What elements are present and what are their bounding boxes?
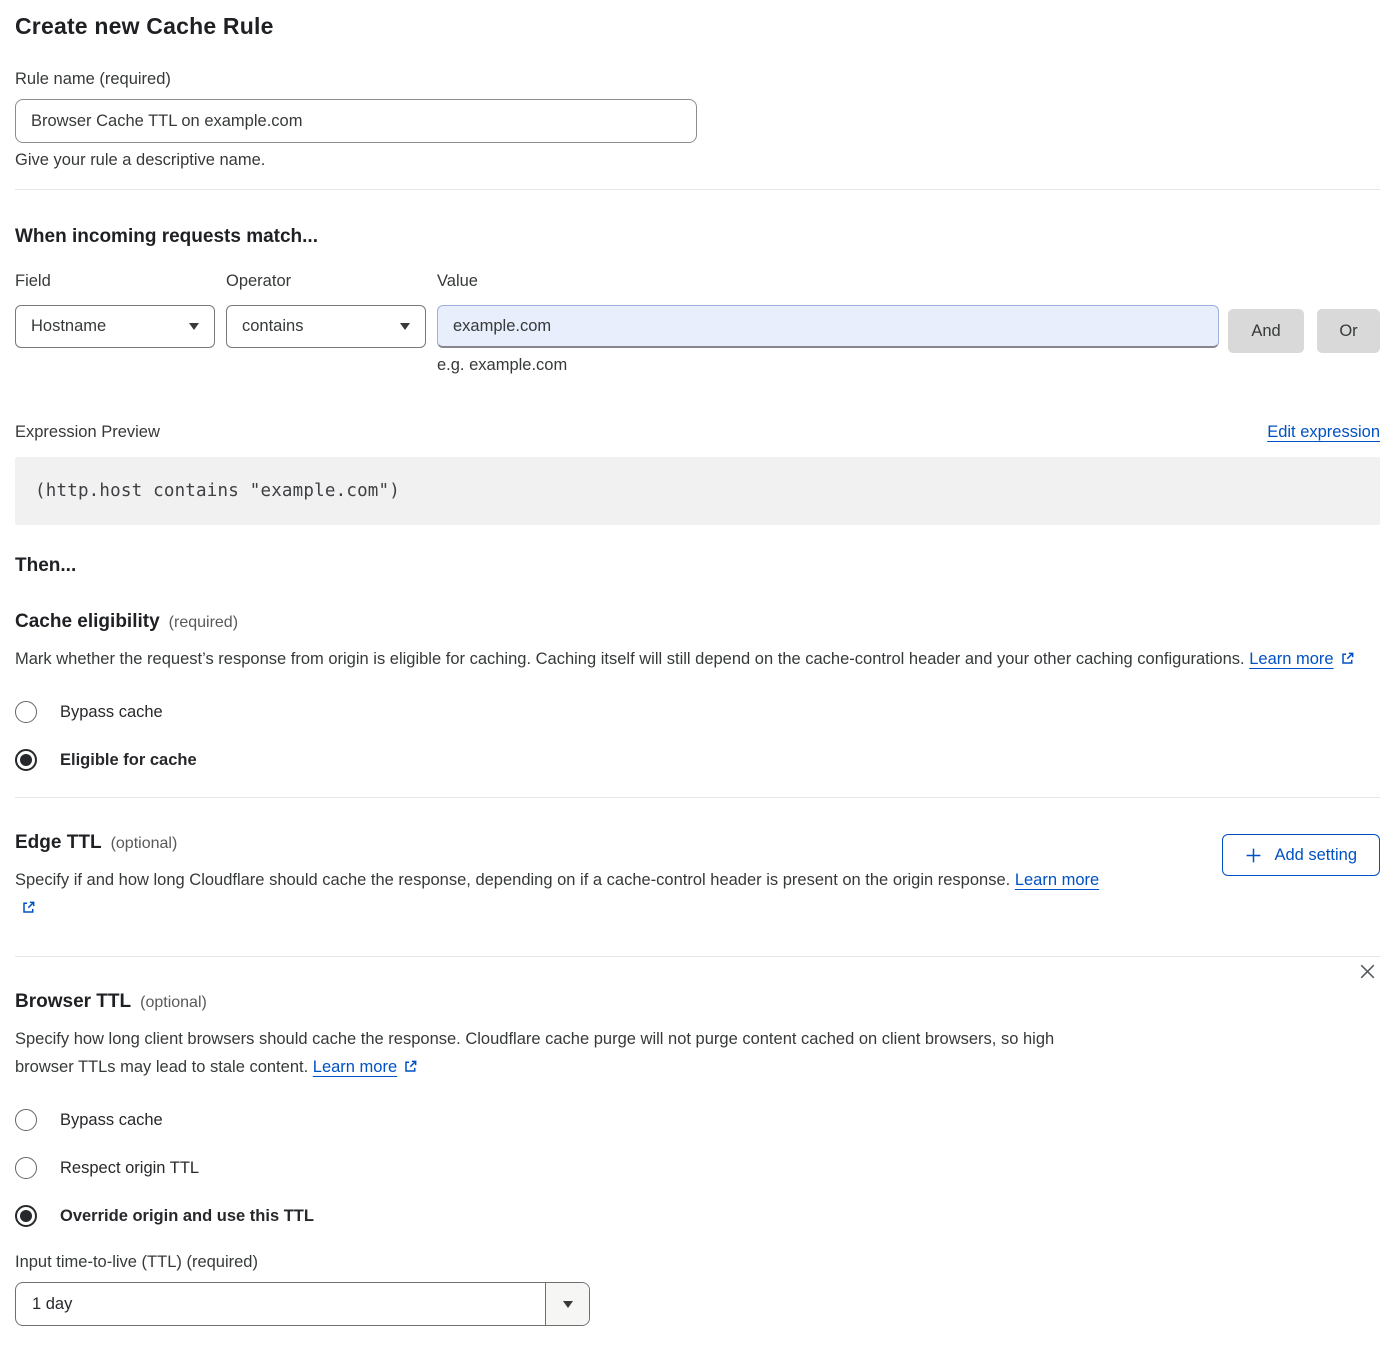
chevron-down-icon bbox=[400, 323, 410, 330]
edit-expression-link[interactable]: Edit expression bbox=[1267, 423, 1380, 442]
rule-name-section: Rule name (required) Give your rule a de… bbox=[15, 70, 1380, 170]
value-label: Value bbox=[437, 272, 1219, 291]
then-heading: Then... bbox=[15, 555, 1380, 577]
ttl-select-arrow[interactable] bbox=[545, 1283, 589, 1325]
match-heading: When incoming requests match... bbox=[15, 226, 1380, 248]
rule-name-input[interactable] bbox=[15, 99, 697, 143]
radio-label: Bypass cache bbox=[60, 703, 163, 722]
radio-bypass-cache[interactable]: Bypass cache bbox=[15, 701, 1380, 723]
radio-eligible-for-cache[interactable]: Eligible for cache bbox=[15, 749, 1380, 771]
radio-override-origin-ttl[interactable]: Override origin and use this TTL bbox=[15, 1205, 1380, 1227]
browser-ttl-title: Browser TTL bbox=[15, 991, 131, 1013]
operator-select[interactable]: contains bbox=[226, 305, 426, 348]
radio-icon bbox=[15, 701, 37, 723]
value-helper: e.g. example.com bbox=[437, 356, 1219, 375]
edge-ttl-section: Edge TTL (optional) Specify if and how l… bbox=[15, 798, 1380, 924]
field-select-value: Hostname bbox=[31, 317, 106, 336]
radio-icon bbox=[15, 1157, 37, 1179]
cache-eligibility-section: Cache eligibility (required) Mark whethe… bbox=[15, 611, 1380, 771]
radio-label: Bypass cache bbox=[60, 1111, 163, 1130]
expression-preview-label: Expression Preview bbox=[15, 423, 160, 442]
radio-label: Eligible for cache bbox=[60, 751, 197, 770]
ttl-select-value: 1 day bbox=[16, 1283, 545, 1325]
optional-badge: (optional) bbox=[111, 835, 178, 853]
external-link-icon bbox=[21, 896, 36, 924]
or-button[interactable]: Or bbox=[1317, 309, 1380, 353]
value-input[interactable] bbox=[437, 305, 1219, 348]
and-button[interactable]: And bbox=[1228, 309, 1304, 353]
radio-respect-origin-ttl[interactable]: Respect origin TTL bbox=[15, 1157, 1380, 1179]
radio-icon bbox=[15, 749, 37, 771]
external-link-icon bbox=[403, 1055, 418, 1083]
page-title: Create new Cache Rule bbox=[15, 13, 1380, 40]
cache-eligibility-title: Cache eligibility bbox=[15, 611, 160, 633]
field-select[interactable]: Hostname bbox=[15, 305, 215, 348]
ttl-select[interactable]: 1 day bbox=[15, 1282, 590, 1326]
rule-name-label: Rule name (required) bbox=[15, 70, 1380, 89]
browser-ttl-section-header: Browser TTL (optional) Specify how long … bbox=[15, 957, 1380, 1083]
browser-ttl-options: Bypass cache Respect origin TTL Override… bbox=[15, 1109, 1380, 1227]
match-row: Field Hostname Operator contains Value e… bbox=[15, 272, 1380, 375]
radio-label: Respect origin TTL bbox=[60, 1159, 199, 1178]
learn-more-link[interactable]: Learn more bbox=[313, 1058, 397, 1076]
section-divider bbox=[15, 189, 1380, 190]
operator-select-value: contains bbox=[242, 317, 303, 336]
operator-label: Operator bbox=[226, 272, 426, 291]
plus-icon bbox=[1245, 847, 1262, 864]
chevron-down-icon bbox=[189, 323, 199, 330]
rule-name-helper: Give your rule a descriptive name. bbox=[15, 151, 1380, 170]
radio-bypass-cache[interactable]: Bypass cache bbox=[15, 1109, 1380, 1131]
radio-icon bbox=[15, 1109, 37, 1131]
external-link-icon bbox=[1340, 647, 1355, 675]
expression-preview-row: Expression Preview Edit expression bbox=[15, 423, 1380, 442]
browser-ttl-description: Specify how long client browsers should … bbox=[15, 1025, 1105, 1083]
learn-more-link[interactable]: Learn more bbox=[1015, 871, 1099, 889]
ttl-input-label: Input time-to-live (TTL) (required) bbox=[15, 1253, 1380, 1272]
close-icon bbox=[1357, 961, 1378, 982]
radio-icon bbox=[15, 1205, 37, 1227]
edge-ttl-description: Specify if and how long Cloudflare shoul… bbox=[15, 866, 1115, 924]
chevron-down-icon bbox=[563, 1301, 573, 1308]
optional-badge: (optional) bbox=[140, 994, 207, 1012]
cache-eligibility-options: Bypass cache Eligible for cache bbox=[15, 701, 1380, 771]
required-badge: (required) bbox=[169, 614, 238, 632]
learn-more-link[interactable]: Learn more bbox=[1249, 650, 1333, 668]
edge-ttl-title: Edge TTL bbox=[15, 832, 102, 854]
cache-eligibility-description: Mark whether the request’s response from… bbox=[15, 645, 1380, 675]
remove-browser-ttl-button[interactable] bbox=[1355, 959, 1380, 984]
expression-code-block: (http.host contains "example.com") bbox=[15, 457, 1380, 525]
field-label: Field bbox=[15, 272, 215, 291]
radio-label: Override origin and use this TTL bbox=[60, 1207, 314, 1226]
add-setting-button[interactable]: Add setting bbox=[1222, 834, 1380, 876]
